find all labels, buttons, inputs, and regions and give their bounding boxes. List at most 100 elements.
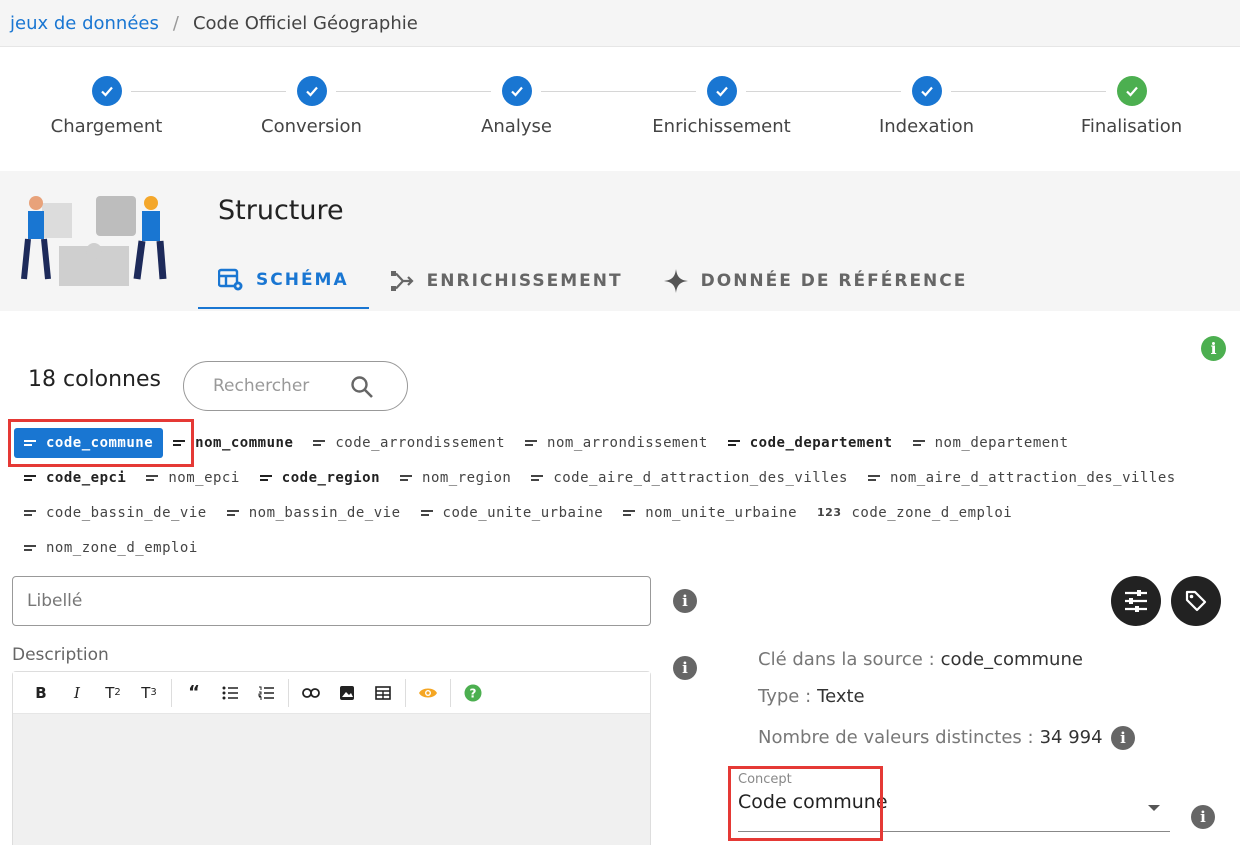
text-type-icon [867,473,880,483]
text-type-icon [24,438,36,448]
step-label: Chargement [50,116,163,137]
step-label: Finalisation [1080,116,1183,137]
check-icon [1116,76,1147,106]
text-type-icon [146,473,159,483]
column-chip-nom-aire-attraction[interactable]: nom_aire_d_attraction_des_villes [858,463,1186,493]
bold-button[interactable]: B [23,678,59,708]
text-type-icon [623,508,636,518]
concept-select[interactable]: Concept Code commune [738,772,1170,832]
info-icon[interactable]: i [673,656,697,680]
description-label: Description [12,645,109,665]
editor-toolbar: B I T2 T3 “ ? [13,672,650,714]
chip-label: nom_arrondissement [547,434,708,451]
check-icon [501,76,532,106]
source-key-label: Clé dans la source : [758,649,935,670]
tag-button[interactable] [1171,576,1221,626]
tab-donnee-de-reference[interactable]: DONNÉE DE RÉFÉRENCE [643,253,988,309]
dropdown-caret-icon [1148,805,1160,811]
quote-icon[interactable]: “ [176,678,212,708]
column-chip-code-aire-attraction[interactable]: code_aire_d_attraction_des_villes [521,463,858,493]
step-label: Conversion [261,116,362,137]
section-title: Structure [218,195,344,226]
chip-row: nom_zone_d_emploi [14,530,1229,565]
chip-label: nom_commune [195,434,294,451]
info-icon[interactable]: i [1201,336,1226,361]
breadcrumb-separator: / [172,12,179,34]
sliders-icon [1125,590,1147,612]
numbered-list-icon[interactable] [248,678,284,708]
step-label: Indexation [878,116,975,137]
bullet-list-icon[interactable] [212,678,248,708]
check-icon [296,76,327,106]
text-type-icon [912,438,925,448]
source-key-row: Clé dans la source : code_commune [758,649,1083,670]
column-chip-code-zone-d-emploi[interactable]: 123 code_zone_d_emploi [807,498,1022,528]
settings-sliders-button[interactable] [1111,576,1161,626]
chip-label: code_unite_urbaine [442,504,604,521]
info-icon[interactable]: i [1111,726,1135,750]
chip-label: nom_bassin_de_vie [248,504,401,521]
search-icon [351,376,373,398]
concept-value: Code commune [738,791,888,813]
column-chip-code-region[interactable]: code_region [250,463,390,493]
column-chip-code-arrondissement[interactable]: code_arrondissement [303,428,515,458]
info-icon[interactable]: i [1191,805,1215,829]
step-chargement: Chargement [4,76,209,137]
column-chip-nom-zone-d-emploi[interactable]: nom_zone_d_emploi [14,533,208,563]
column-chip-code-epci[interactable]: code_epci [14,463,136,493]
progress-stepper: Chargement Conversion Analyse Enrichisse… [0,48,1240,170]
chip-label: code_aire_d_attraction_des_villes [553,469,848,486]
column-chip-nom-unite-urbaine[interactable]: nom_unite_urbaine [613,498,807,528]
tab-schema[interactable]: SCHÉMA [198,253,369,309]
column-chip-nom-bassin-de-vie[interactable]: nom_bassin_de_vie [217,498,411,528]
search-placeholder: Rechercher [213,376,310,396]
column-chip-code-bassin-de-vie[interactable]: code_bassin_de_vie [14,498,217,528]
step-finalisation: Finalisation [1029,76,1234,137]
toolbar-divider [405,678,406,707]
type-row: Type : Texte [758,686,865,707]
table-icon[interactable] [365,678,401,708]
libelle-field[interactable]: Libellé [12,576,651,626]
image-icon[interactable] [329,678,365,708]
chip-label: nom_zone_d_emploi [46,539,198,556]
chip-label: code_zone_d_emploi [851,504,1013,521]
text-type-icon [525,438,538,448]
svg-text:?: ? [470,686,477,700]
chip-row: code_bassin_de_vie nom_bassin_de_vie cod… [14,495,1229,530]
check-icon [911,76,942,106]
number-type-icon: 123 [817,506,842,519]
description-editor[interactable]: B I T2 T3 “ ? [12,671,651,845]
column-chip-code-commune[interactable]: code_commune [14,427,164,458]
chip-label: code_region [281,469,381,486]
search-input[interactable]: Rechercher [183,361,408,411]
step-indexation: Indexation [824,76,1029,137]
toolbar-divider [450,678,451,707]
chip-label: code_epci [46,469,127,486]
tab-label: SCHÉMA [256,270,349,290]
column-chip-nom-departement[interactable]: nom_departement [903,428,1079,458]
info-icon[interactable]: i [673,589,697,613]
chip-row: code_commune nom_commune code_arrondisse… [14,425,1229,460]
distinct-values-count: 34 994 [1039,727,1103,748]
sparkle-icon [663,268,689,294]
chip-row: code_epci nom_epci code_region nom_regio… [14,460,1229,495]
link-icon[interactable] [293,678,329,708]
column-chip-nom-arrondissement[interactable]: nom_arrondissement [515,428,718,458]
heading2-button[interactable]: T2 [95,678,131,708]
column-chip-nom-commune[interactable]: nom_commune [163,428,303,458]
column-chip-code-unite-urbaine[interactable]: code_unite_urbaine [411,498,614,528]
help-icon[interactable]: ? [455,678,491,708]
breadcrumb: jeux de données / Code Officiel Géograph… [0,0,1240,47]
column-chip-nom-region[interactable]: nom_region [390,463,521,493]
concept-label: Concept [738,772,792,787]
text-type-icon [24,473,36,483]
text-type-icon [173,438,186,448]
preview-eye-icon[interactable] [410,678,446,708]
text-type-icon [24,543,36,553]
heading3-button[interactable]: T3 [131,678,167,708]
italic-button[interactable]: I [59,678,95,708]
tab-enrichissement[interactable]: ENRICHISSEMENT [369,253,643,309]
column-chip-code-departement[interactable]: code_departement [718,428,903,458]
breadcrumb-link-datasets[interactable]: jeux de données [10,13,159,34]
column-chip-nom-epci[interactable]: nom_epci [136,463,249,493]
